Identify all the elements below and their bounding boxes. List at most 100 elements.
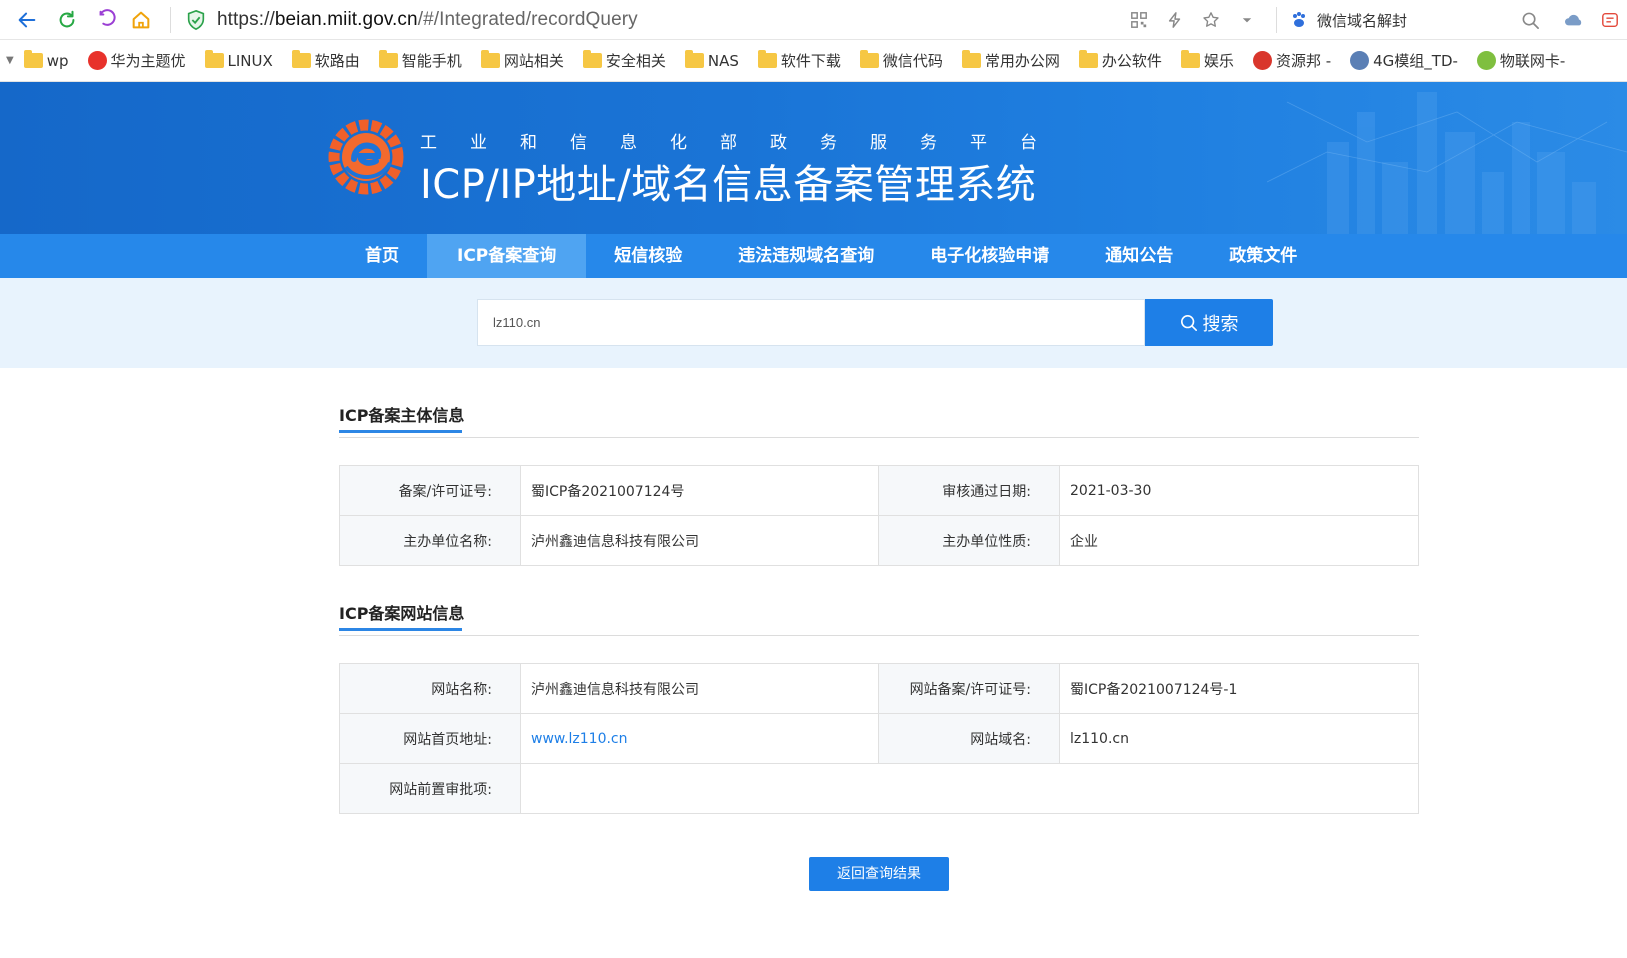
bookmark-item[interactable]: wp [23, 50, 69, 70]
bookmark-label: 华为主题优 [110, 52, 186, 70]
star-icon[interactable] [1200, 9, 1222, 31]
bookmark-item[interactable]: 微信代码 [859, 50, 943, 71]
domain-value: lz110.cn [1059, 713, 1419, 764]
section-underline [339, 430, 462, 433]
reload-icon[interactable] [54, 7, 80, 33]
website-name-value: 泸州鑫迪信息科技有限公司 [520, 663, 879, 714]
table-row: 网站首页地址: www.lz110.cn 网站域名: lz110.cn [339, 713, 1419, 764]
bookmark-label: 网站相关 [503, 52, 564, 70]
bookmark-label: 安全相关 [605, 52, 666, 70]
url-path: /#/Integrated/recordQuery [417, 8, 638, 30]
site-favicon-icon [1350, 51, 1370, 70]
table-row: 网站前置审批项: [339, 763, 1419, 814]
org-nature-label: 主办单位性质: [878, 515, 1060, 566]
approval-date-value: 2021-03-30 [1059, 465, 1419, 516]
folder-icon [757, 50, 777, 68]
website-name-label: 网站名称: [339, 663, 521, 714]
subject-info-table: 备案/许可证号: 蜀ICP备2021007124号 审核通过日期: 2021-0… [339, 465, 1419, 566]
table-row: 网站名称: 泸州鑫迪信息科技有限公司 网站备案/许可证号: 蜀ICP备20210… [339, 663, 1419, 714]
search-icon[interactable] [1519, 9, 1541, 31]
bookmark-item[interactable]: 4G模组_TD- [1350, 50, 1458, 71]
cloud-icon[interactable] [1563, 9, 1585, 31]
license-value: 蜀ICP备2021007124号 [520, 465, 879, 516]
back-arrow-icon[interactable] [14, 7, 40, 33]
address-bar-tools: 微信域名解封 [1128, 0, 1627, 40]
subject-section-title-text: ICP备案主体信息 [339, 406, 465, 425]
nav-item[interactable]: 短信核验 [586, 234, 710, 278]
section-underline [339, 628, 462, 631]
table-row: 备案/许可证号: 蜀ICP备2021007124号 审核通过日期: 2021-0… [339, 465, 1419, 516]
extension-icon[interactable] [1599, 9, 1621, 31]
banner-subtitle: 工业和信息化部政务服务平台 [420, 133, 1070, 153]
license-label: 备案/许可证号: [339, 465, 521, 516]
folder-icon [1180, 50, 1200, 68]
bookmark-item[interactable]: 华为主题优 [87, 50, 186, 71]
folder-icon [582, 50, 602, 68]
folder-icon [378, 50, 398, 68]
folder-icon [291, 50, 311, 68]
browser-address-bar: https://beian.miit.gov.cn/#/Integrated/r… [0, 0, 1627, 40]
preapproval-label: 网站前置审批项: [339, 763, 521, 814]
bookmark-item[interactable]: LINUX [204, 50, 273, 70]
search-hint-text: 微信域名解封 [1317, 11, 1408, 30]
secure-shield-icon [187, 9, 205, 30]
website-section-title: ICP备案网站信息 [339, 600, 465, 631]
browser-search-box[interactable]: 微信域名解封 [1289, 10, 1519, 31]
website-license-label: 网站备案/许可证号: [878, 663, 1060, 714]
bookmark-label: wp [46, 51, 69, 70]
folder-icon [859, 50, 879, 68]
website-info-table: 网站名称: 泸州鑫迪信息科技有限公司 网站备案/许可证号: 蜀ICP备20210… [339, 663, 1419, 814]
bookmark-item[interactable]: 网站相关 [480, 50, 564, 71]
preapproval-value [520, 763, 1419, 814]
search-button-label: 搜索 [1202, 313, 1239, 335]
nav-item[interactable]: 通知公告 [1077, 234, 1201, 278]
search-area: lz110.cn 搜索 [0, 278, 1627, 368]
site-favicon-icon [1252, 51, 1272, 70]
folder-icon [23, 50, 43, 68]
folder-icon [961, 50, 981, 68]
bookmark-item[interactable]: NAS [684, 50, 739, 70]
nav-item[interactable]: 首页 [337, 234, 427, 278]
bookmark-item[interactable]: 软路由 [291, 50, 360, 71]
url-scheme: https:// [217, 8, 275, 30]
folder-icon [204, 50, 224, 68]
bookmarks-expand-icon[interactable]: ▼ [6, 55, 14, 66]
nav-item[interactable]: 政策文件 [1201, 234, 1325, 278]
bookmark-label: NAS [707, 51, 739, 70]
bookmark-item[interactable]: 娱乐 [1180, 50, 1234, 71]
bookmark-label: 资源邦 - [1275, 52, 1332, 70]
qr-code-icon[interactable] [1128, 9, 1150, 31]
bookmark-item[interactable]: 智能手机 [378, 50, 462, 71]
home-icon[interactable] [128, 7, 154, 33]
search-input[interactable]: lz110.cn [477, 299, 1145, 346]
bookmark-item[interactable]: 办公软件 [1078, 50, 1162, 71]
url-host: beian.miit.gov.cn [274, 8, 418, 30]
bookmark-item[interactable]: 安全相关 [582, 50, 666, 71]
homepage-link[interactable]: www.lz110.cn [531, 731, 628, 747]
subject-section-title: ICP备案主体信息 [339, 402, 465, 433]
bookmark-label: 物联网卡- [1499, 52, 1566, 70]
bookmark-item[interactable]: 资源邦 - [1252, 50, 1332, 71]
back-to-results-button[interactable]: 返回查询结果 [809, 857, 949, 891]
nav-item[interactable]: 违法违规域名查询 [710, 234, 902, 278]
table-row: 主办单位名称: 泸州鑫迪信息科技有限公司 主办单位性质: 企业 [339, 515, 1419, 566]
nav-item[interactable]: 电子化核验申请 [902, 234, 1077, 278]
website-license-value: 蜀ICP备2021007124号-1 [1059, 663, 1419, 714]
folder-icon [684, 50, 704, 68]
bookmark-label: 娱乐 [1203, 52, 1234, 70]
miit-logo [328, 119, 404, 195]
website-section-title-text: ICP备案网站信息 [339, 604, 465, 623]
chevron-down-icon[interactable] [1236, 9, 1258, 31]
city-skyline-decoration [1267, 92, 1627, 234]
bookmark-item[interactable]: 软件下载 [757, 50, 841, 71]
folder-icon [1078, 50, 1098, 68]
approval-date-label: 审核通过日期: [878, 465, 1060, 516]
nav-item[interactable]: ICP备案查询 [427, 234, 587, 278]
bookmark-label: 软件下载 [780, 52, 841, 70]
undo-icon[interactable] [94, 7, 120, 33]
search-button[interactable]: 搜索 [1145, 299, 1273, 346]
lightning-icon[interactable] [1164, 9, 1186, 31]
url-field[interactable]: https://beian.miit.gov.cn/#/Integrated/r… [217, 9, 638, 31]
bookmark-item[interactable]: 物联网卡- [1476, 50, 1566, 71]
bookmark-item[interactable]: 常用办公网 [961, 50, 1060, 71]
